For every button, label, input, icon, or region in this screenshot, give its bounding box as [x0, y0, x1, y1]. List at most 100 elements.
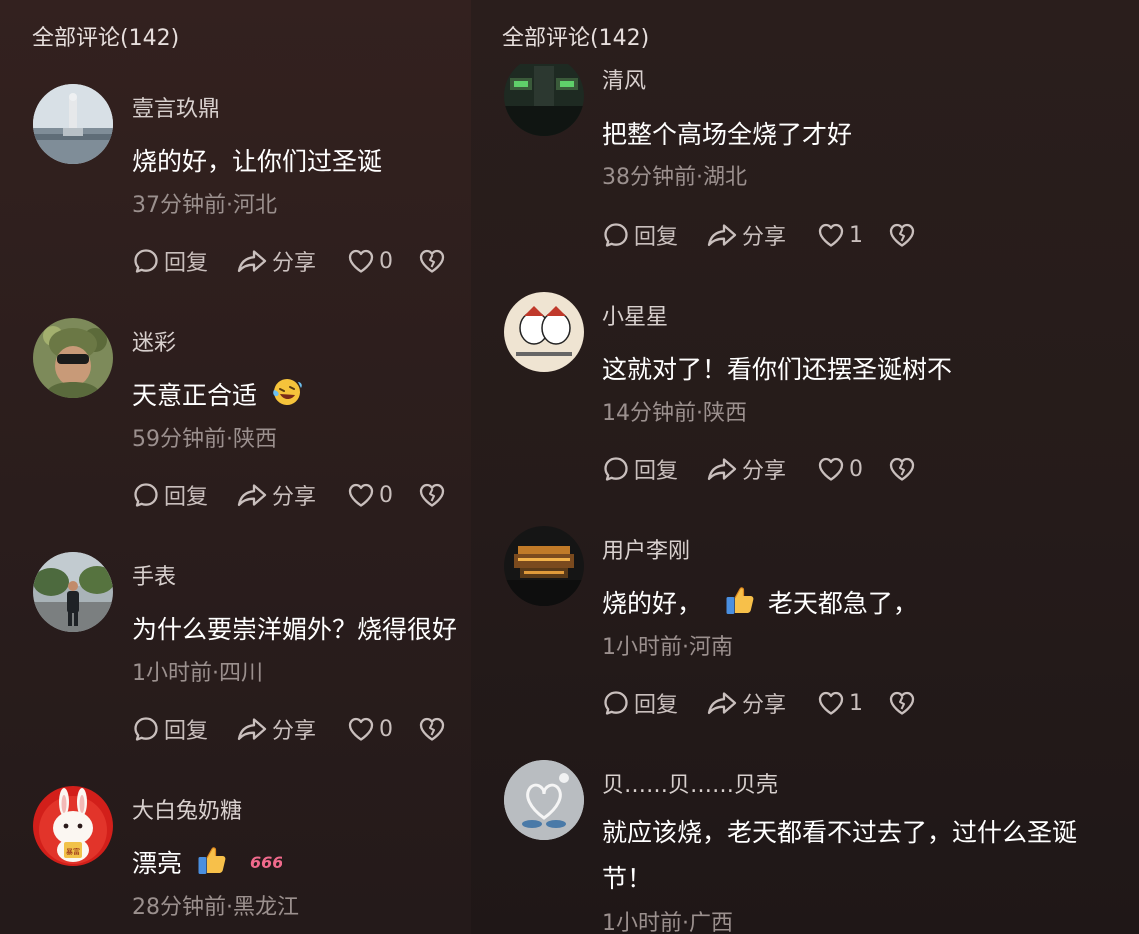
- comment-meta: 37分钟前·河北: [132, 193, 277, 218]
- 666-sticker-icon: 666: [250, 853, 282, 872]
- right-comment-panel: 全部评论(142) 清风 把整个高场全烧了才好 38分钟前·湖北 回复 分享 1…: [471, 0, 1139, 934]
- avatar[interactable]: [504, 64, 584, 136]
- broken-heart-icon: [888, 690, 916, 716]
- username[interactable]: 小星星: [602, 299, 668, 331]
- left-comment-panel: 全部评论(142) 壹言玖鼎 烧的好，让你们过圣诞 37分钟前·河北 回复 分享…: [0, 0, 471, 934]
- username[interactable]: 用户李刚: [602, 533, 690, 565]
- reply-button[interactable]: 回复: [602, 688, 678, 718]
- share-label: 分享: [272, 719, 317, 744]
- like-count: 0: [379, 716, 393, 742]
- share-icon: [236, 715, 268, 743]
- broken-heart-icon: [418, 248, 446, 274]
- avatar[interactable]: [33, 318, 113, 398]
- comment-text: 这就对了！看你们还摆圣诞树不: [602, 355, 953, 384]
- broken-heart-icon: [418, 482, 446, 508]
- sticker-text: 666: [250, 853, 282, 872]
- heart-icon: [817, 456, 845, 482]
- dislike-button[interactable]: [888, 220, 920, 250]
- share-button[interactable]: 分享: [236, 480, 316, 510]
- avatar[interactable]: [504, 526, 584, 606]
- comments-header: 全部评论(142): [502, 26, 650, 51]
- reply-label: 回复: [634, 225, 679, 250]
- comment-text-body: 漂亮: [132, 849, 183, 878]
- reply-icon: [602, 689, 630, 717]
- share-button[interactable]: 分享: [236, 714, 316, 744]
- share-icon: [236, 481, 268, 509]
- like-button[interactable]: 1: [817, 688, 863, 718]
- reply-button[interactable]: 回复: [132, 480, 208, 510]
- share-label: 分享: [742, 225, 787, 250]
- comment-text: 烧的好， 老天都急了，: [602, 584, 918, 620]
- reply-button[interactable]: 回复: [132, 714, 208, 744]
- comment-actions: 回复 分享 0: [602, 454, 932, 484]
- comment-meta: 14分钟前·陕西: [602, 401, 747, 426]
- share-button[interactable]: 分享: [236, 246, 316, 276]
- avatar[interactable]: [504, 292, 584, 372]
- share-button[interactable]: 分享: [706, 688, 786, 718]
- reply-button[interactable]: 回复: [132, 246, 208, 276]
- share-icon: [706, 689, 738, 717]
- like-count: 0: [379, 482, 393, 508]
- username[interactable]: 迷彩: [132, 325, 176, 357]
- username[interactable]: 贝……贝……贝壳: [602, 767, 778, 799]
- dislike-button[interactable]: [888, 688, 920, 718]
- like-button[interactable]: 0: [347, 246, 393, 276]
- dislike-button[interactable]: [888, 454, 920, 484]
- avatar[interactable]: [504, 760, 584, 840]
- username[interactable]: 手表: [132, 559, 176, 591]
- comment-text: 天意正合适: [132, 376, 303, 412]
- reply-icon: [132, 715, 160, 743]
- comment-meta: 1小时前·河南: [602, 635, 733, 660]
- comment-meta: 1小时前·四川: [132, 661, 263, 686]
- comment-text: 烧的好，让你们过圣诞: [132, 147, 383, 176]
- reply-button[interactable]: 回复: [602, 220, 678, 250]
- heart-icon: [347, 716, 375, 742]
- comment-actions: 回复 分享 0: [132, 246, 462, 276]
- comment-text: 漂亮 666: [132, 844, 282, 880]
- username[interactable]: 壹言玖鼎: [132, 91, 220, 123]
- dislike-button[interactable]: [418, 714, 450, 744]
- reply-button[interactable]: 回复: [602, 454, 678, 484]
- comment-text: 把整个高场全烧了才好: [602, 120, 853, 149]
- reply-label: 回复: [164, 719, 209, 744]
- like-button[interactable]: 0: [817, 454, 863, 484]
- heart-icon: [347, 248, 375, 274]
- reply-label: 回复: [164, 485, 209, 510]
- avatar-badge-text: 暴富: [66, 847, 80, 856]
- avatar[interactable]: [33, 84, 113, 164]
- avatar[interactable]: 暴富: [33, 786, 113, 866]
- reply-icon: [602, 221, 630, 249]
- like-count: 0: [379, 248, 393, 274]
- dislike-button[interactable]: [418, 246, 450, 276]
- like-button[interactable]: 0: [347, 714, 393, 744]
- comment-actions: 回复 分享 1: [602, 688, 932, 718]
- comment-meta: 1小时前·广西: [602, 911, 733, 934]
- reply-label: 回复: [164, 251, 209, 276]
- comment-text: 就应该烧，老天都看不过去了，过什么圣诞节！: [602, 818, 1078, 893]
- dislike-button[interactable]: [418, 480, 450, 510]
- username[interactable]: 清风: [602, 63, 646, 95]
- reply-icon: [132, 481, 160, 509]
- share-label: 分享: [272, 485, 317, 510]
- share-icon: [236, 247, 268, 275]
- comment-text-body: 天意正合适: [132, 381, 258, 410]
- heart-icon: [817, 222, 845, 248]
- share-button[interactable]: 分享: [706, 220, 786, 250]
- broken-heart-icon: [418, 716, 446, 742]
- like-count: 1: [849, 690, 863, 716]
- broken-heart-icon: [888, 456, 916, 482]
- like-button[interactable]: 0: [347, 480, 393, 510]
- comment-text: 为什么要崇洋媚外？烧得很好: [132, 615, 458, 644]
- broken-heart-icon: [888, 222, 916, 248]
- share-button[interactable]: 分享: [706, 454, 786, 484]
- avatar[interactable]: [33, 552, 113, 632]
- laughing-tears-emoji-icon: [273, 379, 302, 405]
- reply-icon: [602, 455, 630, 483]
- username[interactable]: 大白兔奶糖: [132, 793, 242, 825]
- reply-label: 回复: [634, 459, 679, 484]
- comment-actions: 回复 分享 0: [132, 480, 462, 510]
- share-label: 分享: [742, 693, 787, 718]
- comment-meta: 28分钟前·黑龙江: [132, 895, 299, 920]
- like-button[interactable]: 1: [817, 220, 863, 250]
- heart-icon: [817, 690, 845, 716]
